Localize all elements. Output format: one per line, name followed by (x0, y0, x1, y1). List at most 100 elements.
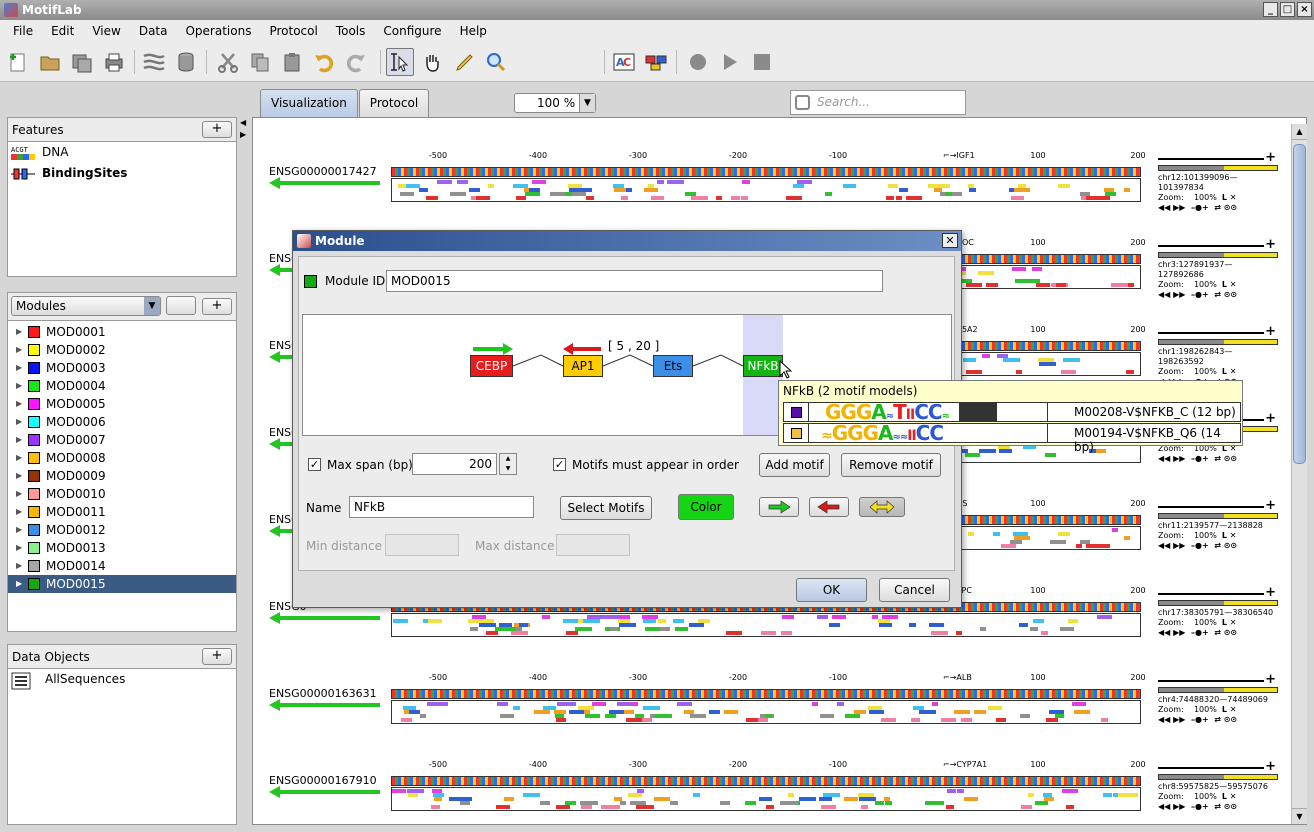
menu-data[interactable]: Data (130, 20, 177, 42)
motif-box-ets[interactable]: Ets (653, 355, 693, 377)
tracks-icon[interactable] (642, 48, 670, 76)
open-folder-icon[interactable] (36, 48, 64, 76)
copy-icon[interactable] (246, 48, 274, 76)
max-span-field[interactable]: 200 (412, 453, 497, 475)
module-item[interactable]: ▶ MOD0011 (8, 503, 236, 521)
menu-protocol[interactable]: Protocol (260, 20, 326, 42)
menu-tools[interactable]: Tools (327, 20, 375, 42)
save-all-icon[interactable] (68, 48, 96, 76)
navigation-controls[interactable]: ◀◀ ▶▶ –●+ ⇄ ⊙⊙ (1158, 290, 1278, 300)
module-item[interactable]: ▶ MOD0013 (8, 539, 236, 557)
chevron-down-icon[interactable]: ▼ (579, 94, 595, 112)
any-orientation-button[interactable] (859, 497, 905, 517)
module-item[interactable]: ▶ MOD0003 (8, 359, 236, 377)
database-icon[interactable] (172, 48, 200, 76)
viewport-bar[interactable] (1158, 600, 1278, 606)
cancel-button[interactable]: Cancel (879, 578, 950, 602)
navigation-controls[interactable]: ◀◀ ▶▶ –●+ ⇄ ⊙⊙ (1158, 454, 1278, 464)
max-span-spinner[interactable]: ▲ ▼ (499, 453, 517, 475)
color-palette-icon[interactable]: AC (610, 48, 638, 76)
binding-sites-track[interactable] (391, 613, 1141, 637)
expand-arrow-icon[interactable]: ▶ (240, 130, 246, 139)
module-item[interactable]: ▶ MOD0010 (8, 485, 236, 503)
cut-icon[interactable] (214, 48, 242, 76)
reverse-orientation-button[interactable] (809, 497, 849, 517)
motif-box-ap1[interactable]: AP1 (563, 355, 603, 377)
scroll-up-icon[interactable]: ▲ (1292, 124, 1307, 140)
viewport-bar[interactable] (1158, 774, 1278, 780)
panel-splitter[interactable] (7, 282, 237, 288)
menu-edit[interactable]: Edit (42, 20, 83, 42)
viewport-bar[interactable] (1158, 513, 1278, 519)
scroll-down-icon[interactable]: ▼ (1292, 808, 1307, 824)
module-item[interactable]: ▶ MOD0007 (8, 431, 236, 449)
menu-file[interactable]: File (4, 20, 42, 42)
viewport-bar[interactable] (1158, 165, 1278, 171)
viewport-bar[interactable] (1158, 252, 1278, 258)
dna-track[interactable] (391, 689, 1141, 699)
close-icon[interactable]: ✕ (942, 233, 958, 248)
navigation-controls[interactable]: ◀◀ ▶▶ –●+ ⇄ ⊙⊙ (1158, 802, 1278, 812)
binding-sites-track[interactable] (391, 700, 1141, 724)
navigation-controls[interactable]: ◀◀ ▶▶ –●+ ⇄ ⊙⊙ (1158, 541, 1278, 551)
module-item[interactable]: ▶ MOD0014 (8, 557, 236, 575)
color-button[interactable]: Color (678, 494, 734, 520)
stop-icon[interactable] (748, 48, 776, 76)
ok-button[interactable]: OK (796, 578, 867, 602)
module-item[interactable]: ▶ MOD0015 (8, 575, 236, 593)
menu-view[interactable]: View (83, 20, 129, 42)
module-item[interactable]: ▶ MOD0005 (8, 395, 236, 413)
dna-track[interactable] (391, 776, 1141, 786)
module-id-field[interactable]: MOD0015 (386, 270, 883, 292)
motif-box-cebp[interactable]: CEBP (470, 355, 513, 377)
feature-item-dna[interactable]: ACGT DNA (8, 142, 236, 163)
record-icon[interactable] (684, 48, 712, 76)
menu-operations[interactable]: Operations (176, 20, 260, 42)
search-input[interactable]: Search... (790, 90, 966, 115)
new-icon[interactable] (4, 48, 32, 76)
module-item[interactable]: ▶ MOD0004 (8, 377, 236, 395)
navigation-controls[interactable]: ◀◀ ▶▶ –●+ ⇄ ⊙⊙ (1158, 203, 1278, 213)
module-item[interactable]: ▶ MOD0006 (8, 413, 236, 431)
add-motif-button[interactable]: Add motif (759, 453, 830, 477)
module-item[interactable]: ▶ MOD0009 (8, 467, 236, 485)
data-object-item[interactable]: AllSequences (8, 669, 236, 690)
panel-splitter[interactable] (7, 637, 237, 643)
motif-box-nfkb[interactable]: NFkB (743, 355, 783, 377)
redo-icon[interactable] (342, 48, 370, 76)
name-field[interactable]: NFkB (349, 496, 534, 518)
select-motifs-button[interactable]: Select Motifs (560, 496, 652, 520)
hand-tool-icon[interactable] (418, 48, 446, 76)
paste-icon[interactable] (278, 48, 306, 76)
zoom-tool-icon[interactable] (482, 48, 510, 76)
print-icon[interactable] (100, 48, 128, 76)
pencil-tool-icon[interactable] (450, 48, 478, 76)
undo-icon[interactable] (310, 48, 338, 76)
close-icon[interactable]: × (1297, 2, 1312, 17)
viewport-bar[interactable] (1158, 687, 1278, 693)
module-item[interactable]: ▶ MOD0012 (8, 521, 236, 539)
module-item[interactable]: ▶ MOD0001 (8, 323, 236, 341)
remove-motif-button[interactable]: Remove motif (841, 453, 941, 477)
minimize-icon[interactable]: _ (1263, 2, 1278, 17)
dna-track[interactable] (391, 167, 1141, 177)
max-span-checkbox[interactable]: ✓ (308, 458, 321, 471)
feature-item-bindingsites[interactable]: BindingSites (8, 163, 236, 184)
menu-configure[interactable]: Configure (374, 20, 450, 42)
scroll-thumb[interactable] (1293, 144, 1306, 464)
selection-tool-icon[interactable] (386, 48, 414, 76)
add-module-button[interactable]: + (202, 298, 232, 315)
tree-view-button[interactable] (166, 296, 196, 315)
module-item[interactable]: ▶ MOD0002 (8, 341, 236, 359)
order-checkbox[interactable]: ✓ (553, 458, 566, 471)
play-icon[interactable] (716, 48, 744, 76)
binding-sites-track[interactable] (391, 178, 1141, 202)
forward-orientation-button[interactable] (759, 497, 799, 517)
binding-sites-track[interactable] (391, 787, 1141, 811)
chevron-down-icon[interactable]: ▼ (144, 297, 160, 315)
add-feature-button[interactable]: + (202, 121, 232, 138)
tab-visualization[interactable]: Visualization (260, 89, 358, 117)
module-item[interactable]: ▶ MOD0008 (8, 449, 236, 467)
menu-help[interactable]: Help (451, 20, 496, 42)
navigation-controls[interactable]: ◀◀ ▶▶ –●+ ⇄ ⊙⊙ (1158, 628, 1278, 638)
